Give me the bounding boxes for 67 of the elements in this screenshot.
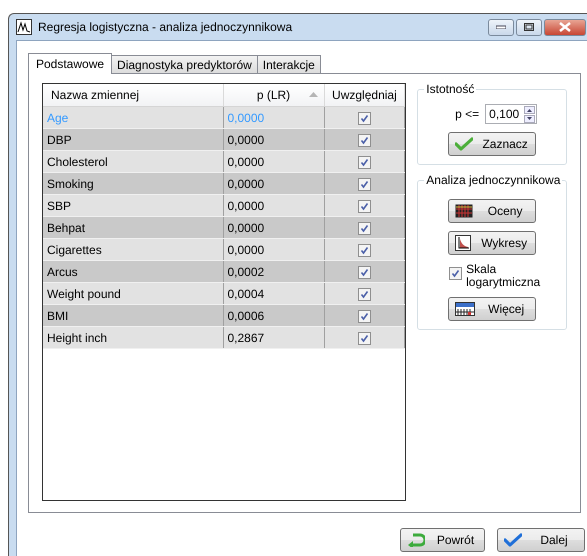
minimize-button[interactable]	[488, 18, 514, 36]
checkbox[interactable]	[358, 200, 371, 213]
table-cell: Smoking	[43, 172, 223, 194]
more-button[interactable]: Więcej	[448, 297, 536, 321]
checkbox[interactable]	[358, 156, 371, 169]
number-field[interactable]: 0,100	[485, 104, 538, 124]
checkbox[interactable]	[358, 266, 371, 279]
tab[interactable]: Diagnostyka predyktorów	[111, 55, 258, 73]
back-button[interactable]: Powrót	[400, 528, 485, 552]
column-header[interactable]: p (LR)	[223, 84, 324, 106]
checkbox[interactable]	[358, 288, 371, 301]
table-cell: 0,0000	[223, 128, 324, 150]
checkbox[interactable]	[358, 134, 371, 147]
maximize-button[interactable]	[516, 18, 542, 36]
select-button[interactable]: Zaznacz	[448, 132, 536, 156]
field-label: p <=	[455, 107, 480, 121]
checkmark-icon	[504, 533, 522, 547]
return-arrow-icon	[407, 533, 425, 547]
table-cell: 0,2867	[223, 326, 324, 348]
table-cell: 0,0000	[223, 106, 324, 128]
chart-icon	[455, 235, 472, 251]
checkbox[interactable]	[358, 222, 371, 235]
table-cell: 0,0000	[223, 150, 324, 172]
column-header[interactable]: Uwzględniaj	[324, 84, 405, 106]
calculator-icon	[455, 302, 476, 316]
table-cell: 0,0002	[223, 260, 324, 282]
table-cell: Behpat	[43, 216, 223, 238]
minimize-icon	[496, 25, 506, 29]
table-cell: Cholesterol	[43, 150, 223, 172]
group-title: Analiza jednoczynnikowa	[424, 173, 562, 187]
table-cell: SBP	[43, 194, 223, 216]
checkbox[interactable]	[449, 267, 462, 280]
close-button[interactable]	[544, 18, 586, 36]
checkbox[interactable]	[358, 178, 371, 191]
table-cell: 0,0000	[223, 238, 324, 260]
window-title: Regresja logistyczna - analiza jednoczynnikowa	[38, 20, 294, 34]
spin-down-icon[interactable]	[524, 114, 536, 122]
table-cell: 0,0006	[223, 304, 324, 326]
table-cell: BMI	[43, 304, 223, 326]
table-cell: Weight pound	[43, 282, 223, 304]
tab[interactable]: Interakcje	[256, 55, 321, 73]
table-cell: Height inch	[43, 326, 223, 348]
next-button[interactable]: Dalej	[497, 528, 585, 552]
close-icon	[559, 22, 571, 32]
charts-button[interactable]: Wykresy	[448, 231, 536, 255]
checkmark-icon	[455, 137, 474, 151]
column-header[interactable]: Nazwa zmiennej	[43, 84, 223, 106]
table-cell: Arcus	[43, 260, 223, 282]
table-cell: DBP	[43, 128, 223, 150]
table-cell: 0,0004	[223, 282, 324, 304]
table-cell: 0,0000	[223, 216, 324, 238]
ratings-button[interactable]: Oceny	[448, 199, 536, 223]
spin-up-icon[interactable]	[524, 106, 536, 114]
app-icon	[16, 19, 32, 35]
table-cell: 0,0000	[223, 194, 324, 216]
table-cell: Cigarettes	[43, 238, 223, 260]
tab[interactable]: Podstawowe	[28, 53, 112, 74]
table-cell: Age	[43, 106, 223, 128]
checkbox[interactable]	[358, 310, 371, 323]
checkbox[interactable]	[358, 244, 371, 257]
grid-icon	[455, 204, 474, 218]
table-cell: 0,0000	[223, 172, 324, 194]
checkbox-label: Skala logarytmiczna	[466, 263, 540, 289]
checkbox[interactable]	[358, 332, 371, 345]
maximize-icon	[524, 23, 534, 31]
group-title: Istotność	[424, 82, 476, 96]
checkbox[interactable]	[358, 112, 371, 125]
